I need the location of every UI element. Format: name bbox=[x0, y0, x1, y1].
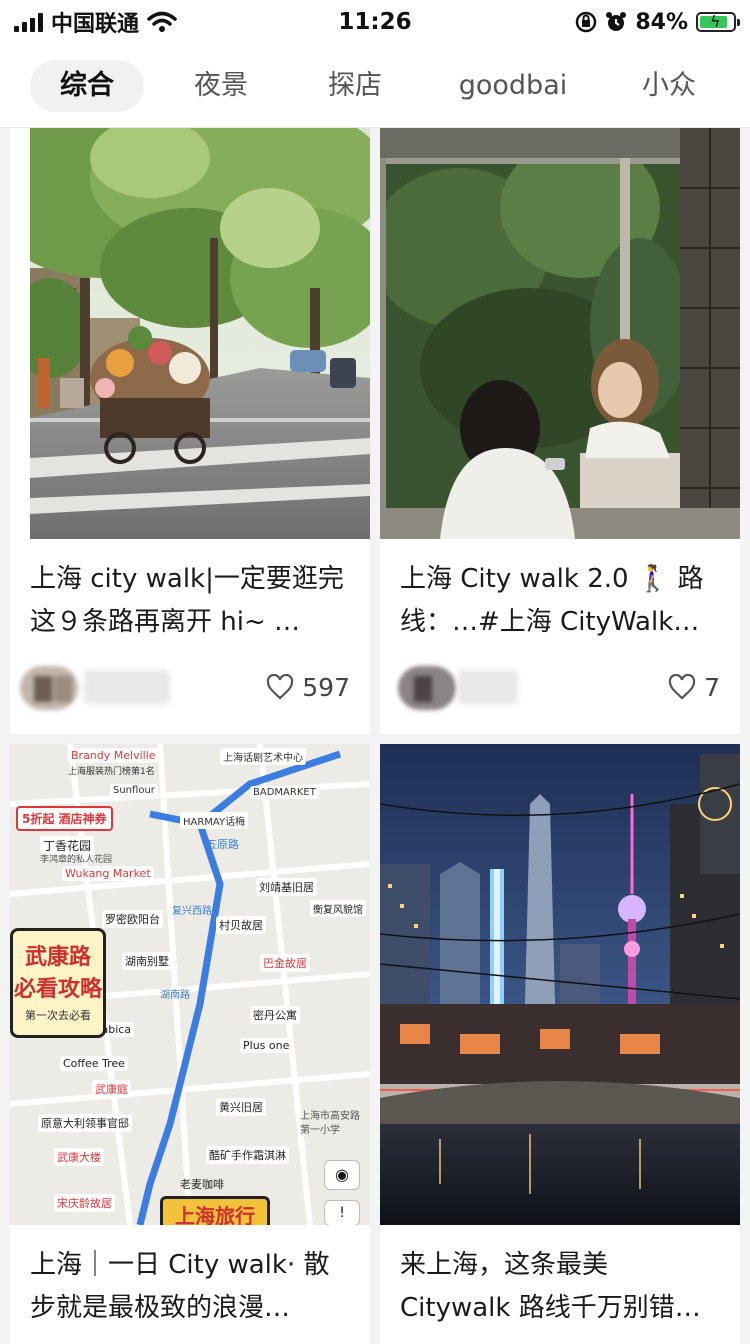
map-label: 湖南别墅 bbox=[122, 952, 172, 970]
poster-sub: 第一次去必看 bbox=[25, 1009, 91, 1022]
tab-zonghe[interactable]: 综合 bbox=[30, 60, 144, 112]
poster-title-1: 武康路 bbox=[24, 945, 91, 970]
author-avatar[interactable] bbox=[398, 666, 456, 710]
map-label: 密丹公寓 bbox=[250, 1006, 300, 1024]
map-label: Brandy Melville bbox=[68, 748, 159, 763]
map-label: 李鸿章的私人花园 bbox=[40, 855, 113, 865]
map-label: 复兴西路 bbox=[172, 906, 212, 917]
map-label: 湖南路 bbox=[160, 990, 190, 1001]
post-image[interactable] bbox=[380, 744, 740, 1225]
like-button[interactable]: 597 bbox=[266, 667, 350, 707]
map-label: 巴金故居 bbox=[260, 954, 310, 972]
map-label: 上海服装热门榜第1名 bbox=[68, 767, 155, 777]
skyline-photo bbox=[380, 744, 740, 1225]
map-label: 上海话剧艺术中心 bbox=[220, 748, 306, 765]
poster-title-2: 必看攻略 bbox=[13, 977, 102, 1002]
feed-card[interactable]: 来上海，这条最美 Citywalk 路线千万别错… bbox=[380, 744, 740, 1344]
status-bar: 中国联通 11:26 84% ϟ bbox=[0, 0, 750, 44]
window-photo bbox=[380, 128, 740, 539]
map-label: 五原路 bbox=[206, 838, 239, 851]
like-button[interactable]: 7 bbox=[668, 667, 720, 707]
street-photo bbox=[10, 128, 370, 539]
status-right: 84% ϟ bbox=[575, 6, 740, 38]
battery-percent: 84% bbox=[635, 9, 688, 35]
map-label: Coffee Tree bbox=[60, 1056, 128, 1071]
tab-tandian[interactable]: 探店 bbox=[310, 60, 400, 112]
feed-card[interactable]: 上海 City walk 2.0 🚶‍♀️ 路线：…#上海 CityWalk… … bbox=[380, 128, 740, 734]
author-avatar[interactable] bbox=[20, 666, 78, 710]
post-title[interactable]: 上海 City walk 2.0 🚶‍♀️ 路线：…#上海 CityWalk… bbox=[400, 558, 722, 644]
heart-icon bbox=[267, 674, 294, 700]
post-title[interactable]: 来上海，这条最美 Citywalk 路线千万别错… bbox=[400, 1244, 722, 1330]
post-title[interactable]: 上海 city walk|一定要逛完这９条路再离开 hi~ … bbox=[30, 558, 352, 644]
map-label: 衡复风貌馆 bbox=[310, 900, 366, 917]
eye-icon[interactable]: ◉ bbox=[324, 1160, 360, 1190]
like-count: 7 bbox=[704, 672, 720, 702]
map-label: 黄兴旧居 bbox=[216, 1098, 266, 1116]
map-label: 原意大利领事官邸 bbox=[38, 1114, 132, 1132]
post-image[interactable] bbox=[380, 128, 740, 539]
map-label: Plus one bbox=[240, 1038, 293, 1053]
map-label: 宋庆龄故居 bbox=[54, 1194, 115, 1212]
map-label: 武康大楼 bbox=[54, 1148, 104, 1166]
message-icon[interactable]: ! bbox=[324, 1200, 360, 1225]
feed-card[interactable]: Brandy Melville 上海服装热门榜第1名 上海话剧艺术中心 Sunf… bbox=[10, 744, 370, 1344]
coupon-badge[interactable]: 5折起 酒店神券 bbox=[16, 806, 113, 831]
map-label: 老麦咖啡 bbox=[180, 1178, 224, 1191]
tab-yejing[interactable]: 夜景 bbox=[176, 60, 266, 112]
map-label: 武康庭 bbox=[92, 1080, 131, 1098]
post-title[interactable]: 上海｜一日 City walk· 散步就是最极致的浪漫… bbox=[30, 1244, 352, 1330]
author-name[interactable] bbox=[84, 670, 170, 704]
post-image[interactable]: Brandy Melville 上海服装热门榜第1名 上海话剧艺术中心 Sunf… bbox=[10, 744, 370, 1225]
map-label: 村贝故居 bbox=[216, 916, 266, 934]
battery-icon: ϟ bbox=[696, 12, 740, 32]
map-label: 酷矿手作霜淇淋 bbox=[206, 1146, 289, 1164]
alarm-icon bbox=[606, 12, 627, 31]
map-label: 上海市高安路第一小学 bbox=[300, 1111, 360, 1136]
like-count: 597 bbox=[302, 672, 350, 702]
map-label: HARMAY话梅 bbox=[180, 812, 249, 829]
orientation-lock-icon bbox=[576, 11, 597, 33]
category-tabs: 综合 夜景 探店 goodbai 小众 bbox=[0, 44, 750, 128]
map-label: BADMARKET bbox=[250, 786, 319, 799]
tab-goodbai[interactable]: goodbai bbox=[448, 60, 578, 112]
guide-poster[interactable]: 武康路 必看攻略 第一次去必看 bbox=[10, 928, 106, 1038]
travel-banner: 上海旅行 bbox=[160, 1196, 270, 1225]
map-label: 刘靖基旧居 bbox=[256, 878, 317, 896]
feed-card[interactable]: 上海 city walk|一定要逛完这９条路再离开 hi~ … 597 bbox=[10, 128, 370, 734]
author-name[interactable] bbox=[458, 670, 518, 704]
tab-xiaozhong[interactable]: 小众 bbox=[624, 60, 714, 112]
map-label: Sunflour bbox=[110, 784, 158, 797]
post-image[interactable] bbox=[10, 128, 370, 539]
map-label: Wukang Market bbox=[62, 866, 154, 881]
heart-icon bbox=[668, 674, 696, 700]
map-label: 罗密欧阳台 bbox=[102, 910, 163, 928]
